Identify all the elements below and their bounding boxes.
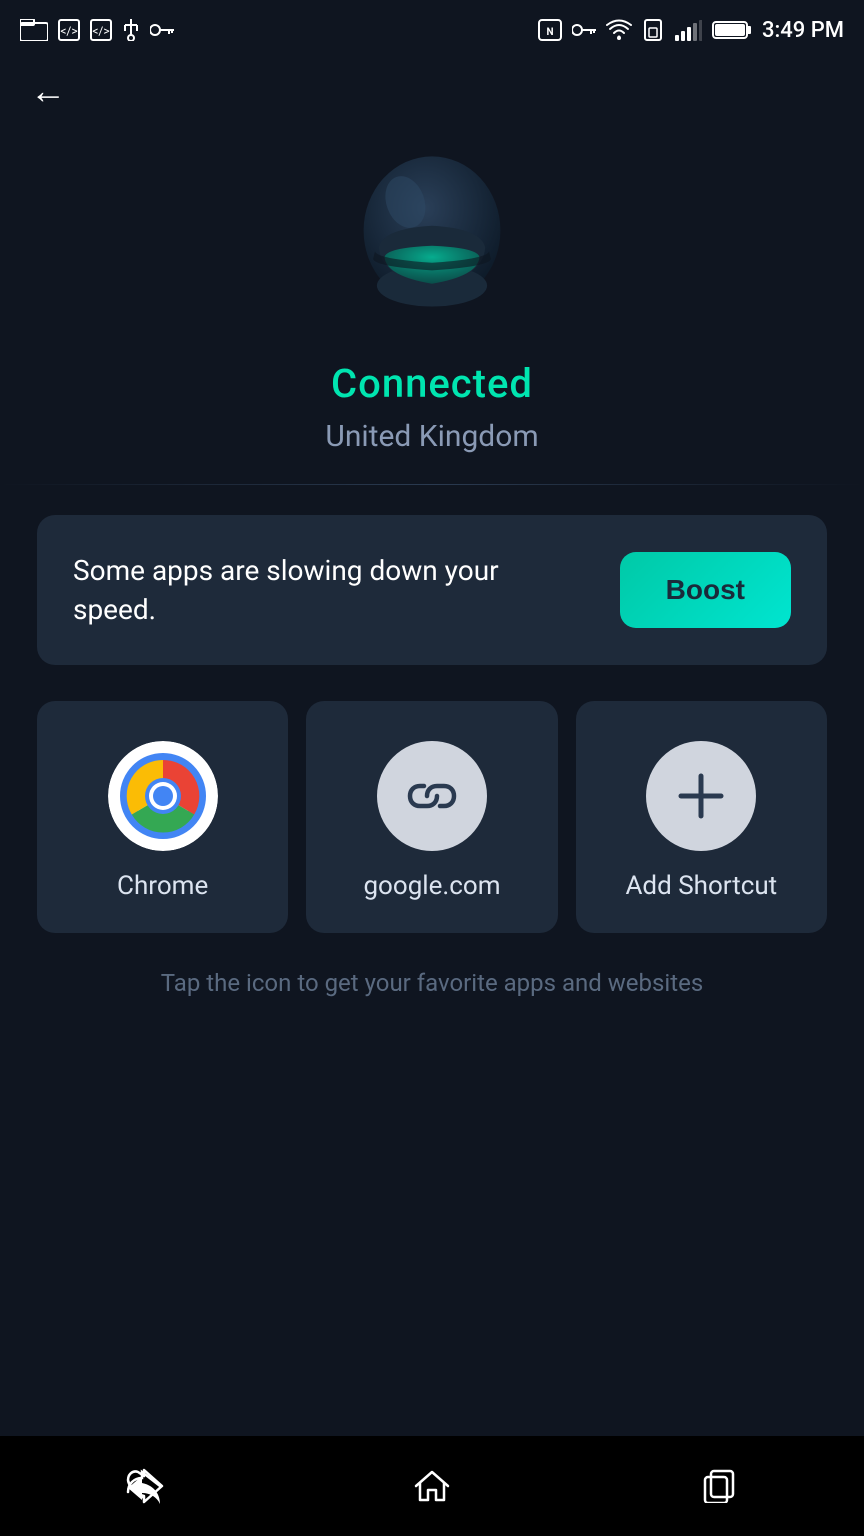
svg-text:N: N: [546, 27, 553, 38]
shortcut-add[interactable]: Add Shortcut: [576, 701, 827, 933]
wifi-icon: [606, 19, 632, 41]
status-bar: </> </> N: [0, 0, 864, 60]
svg-text:</>: </>: [92, 24, 109, 38]
status-icons-left: </> </>: [20, 19, 174, 41]
boost-button[interactable]: Boost: [620, 552, 791, 628]
main-content: Connected United Kingdom Some apps are s…: [0, 60, 864, 997]
back-button[interactable]: ←: [30, 70, 66, 112]
connected-status: Connected: [331, 360, 533, 407]
signal-icon: [674, 19, 702, 41]
shortcuts-grid: Chrome google.com Add Shortcut: [37, 701, 827, 933]
nav-home-icon: [414, 1468, 450, 1504]
chrome-icon-wrap: [108, 741, 218, 851]
screenshot-icon: [20, 19, 48, 41]
link-icon-wrap: [377, 741, 487, 851]
chrome-label: Chrome: [117, 871, 208, 901]
code-icon-1: </>: [58, 19, 80, 41]
boost-message: Some apps are slowing down your speed.: [73, 551, 533, 629]
nav-recent-icon: [703, 1469, 737, 1503]
nfc-icon: N: [538, 19, 562, 41]
location-text: United Kingdom: [325, 419, 538, 454]
chrome-icon: [108, 741, 218, 851]
svg-text:</>: </>: [60, 24, 77, 38]
add-icon-wrap: [646, 741, 756, 851]
add-icon: [671, 766, 731, 826]
nav-home-button[interactable]: [392, 1456, 472, 1516]
status-icons-right: N: [538, 18, 844, 43]
nav-recent-button[interactable]: [680, 1456, 760, 1516]
status-time: 3:49 PM: [762, 18, 844, 43]
shortcut-chrome[interactable]: Chrome: [37, 701, 288, 933]
section-divider: [0, 484, 864, 485]
battery-icon: [712, 20, 752, 40]
boost-card: Some apps are slowing down your speed. B…: [37, 515, 827, 665]
link-icon: [402, 766, 462, 826]
google-label: google.com: [363, 871, 500, 901]
usb-icon: [122, 19, 140, 41]
code-icon-2: </>: [90, 19, 112, 41]
helmet-icon: [332, 140, 532, 340]
sim-icon: [642, 19, 664, 41]
hint-text: Tap the icon to get your favorite apps a…: [121, 969, 743, 997]
vpn-key-icon: [572, 23, 596, 37]
shortcut-google[interactable]: google.com: [306, 701, 557, 933]
add-shortcut-label: Add Shortcut: [625, 871, 777, 901]
nav-bar: [0, 1436, 864, 1536]
key-icon: [150, 23, 174, 37]
nav-back-button[interactable]: [104, 1456, 184, 1516]
nav-back-icon: [124, 1468, 164, 1504]
